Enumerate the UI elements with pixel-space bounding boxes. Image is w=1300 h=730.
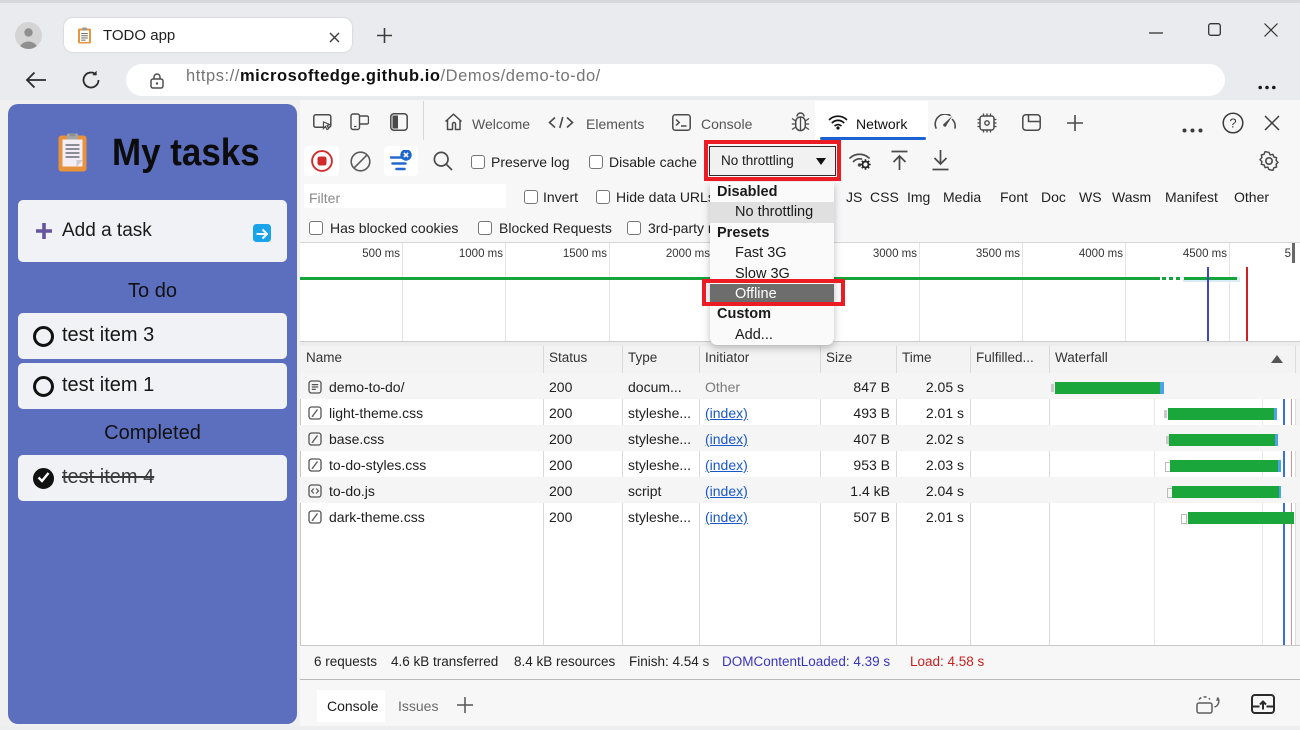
svg-text:?: ? [1229,116,1236,131]
